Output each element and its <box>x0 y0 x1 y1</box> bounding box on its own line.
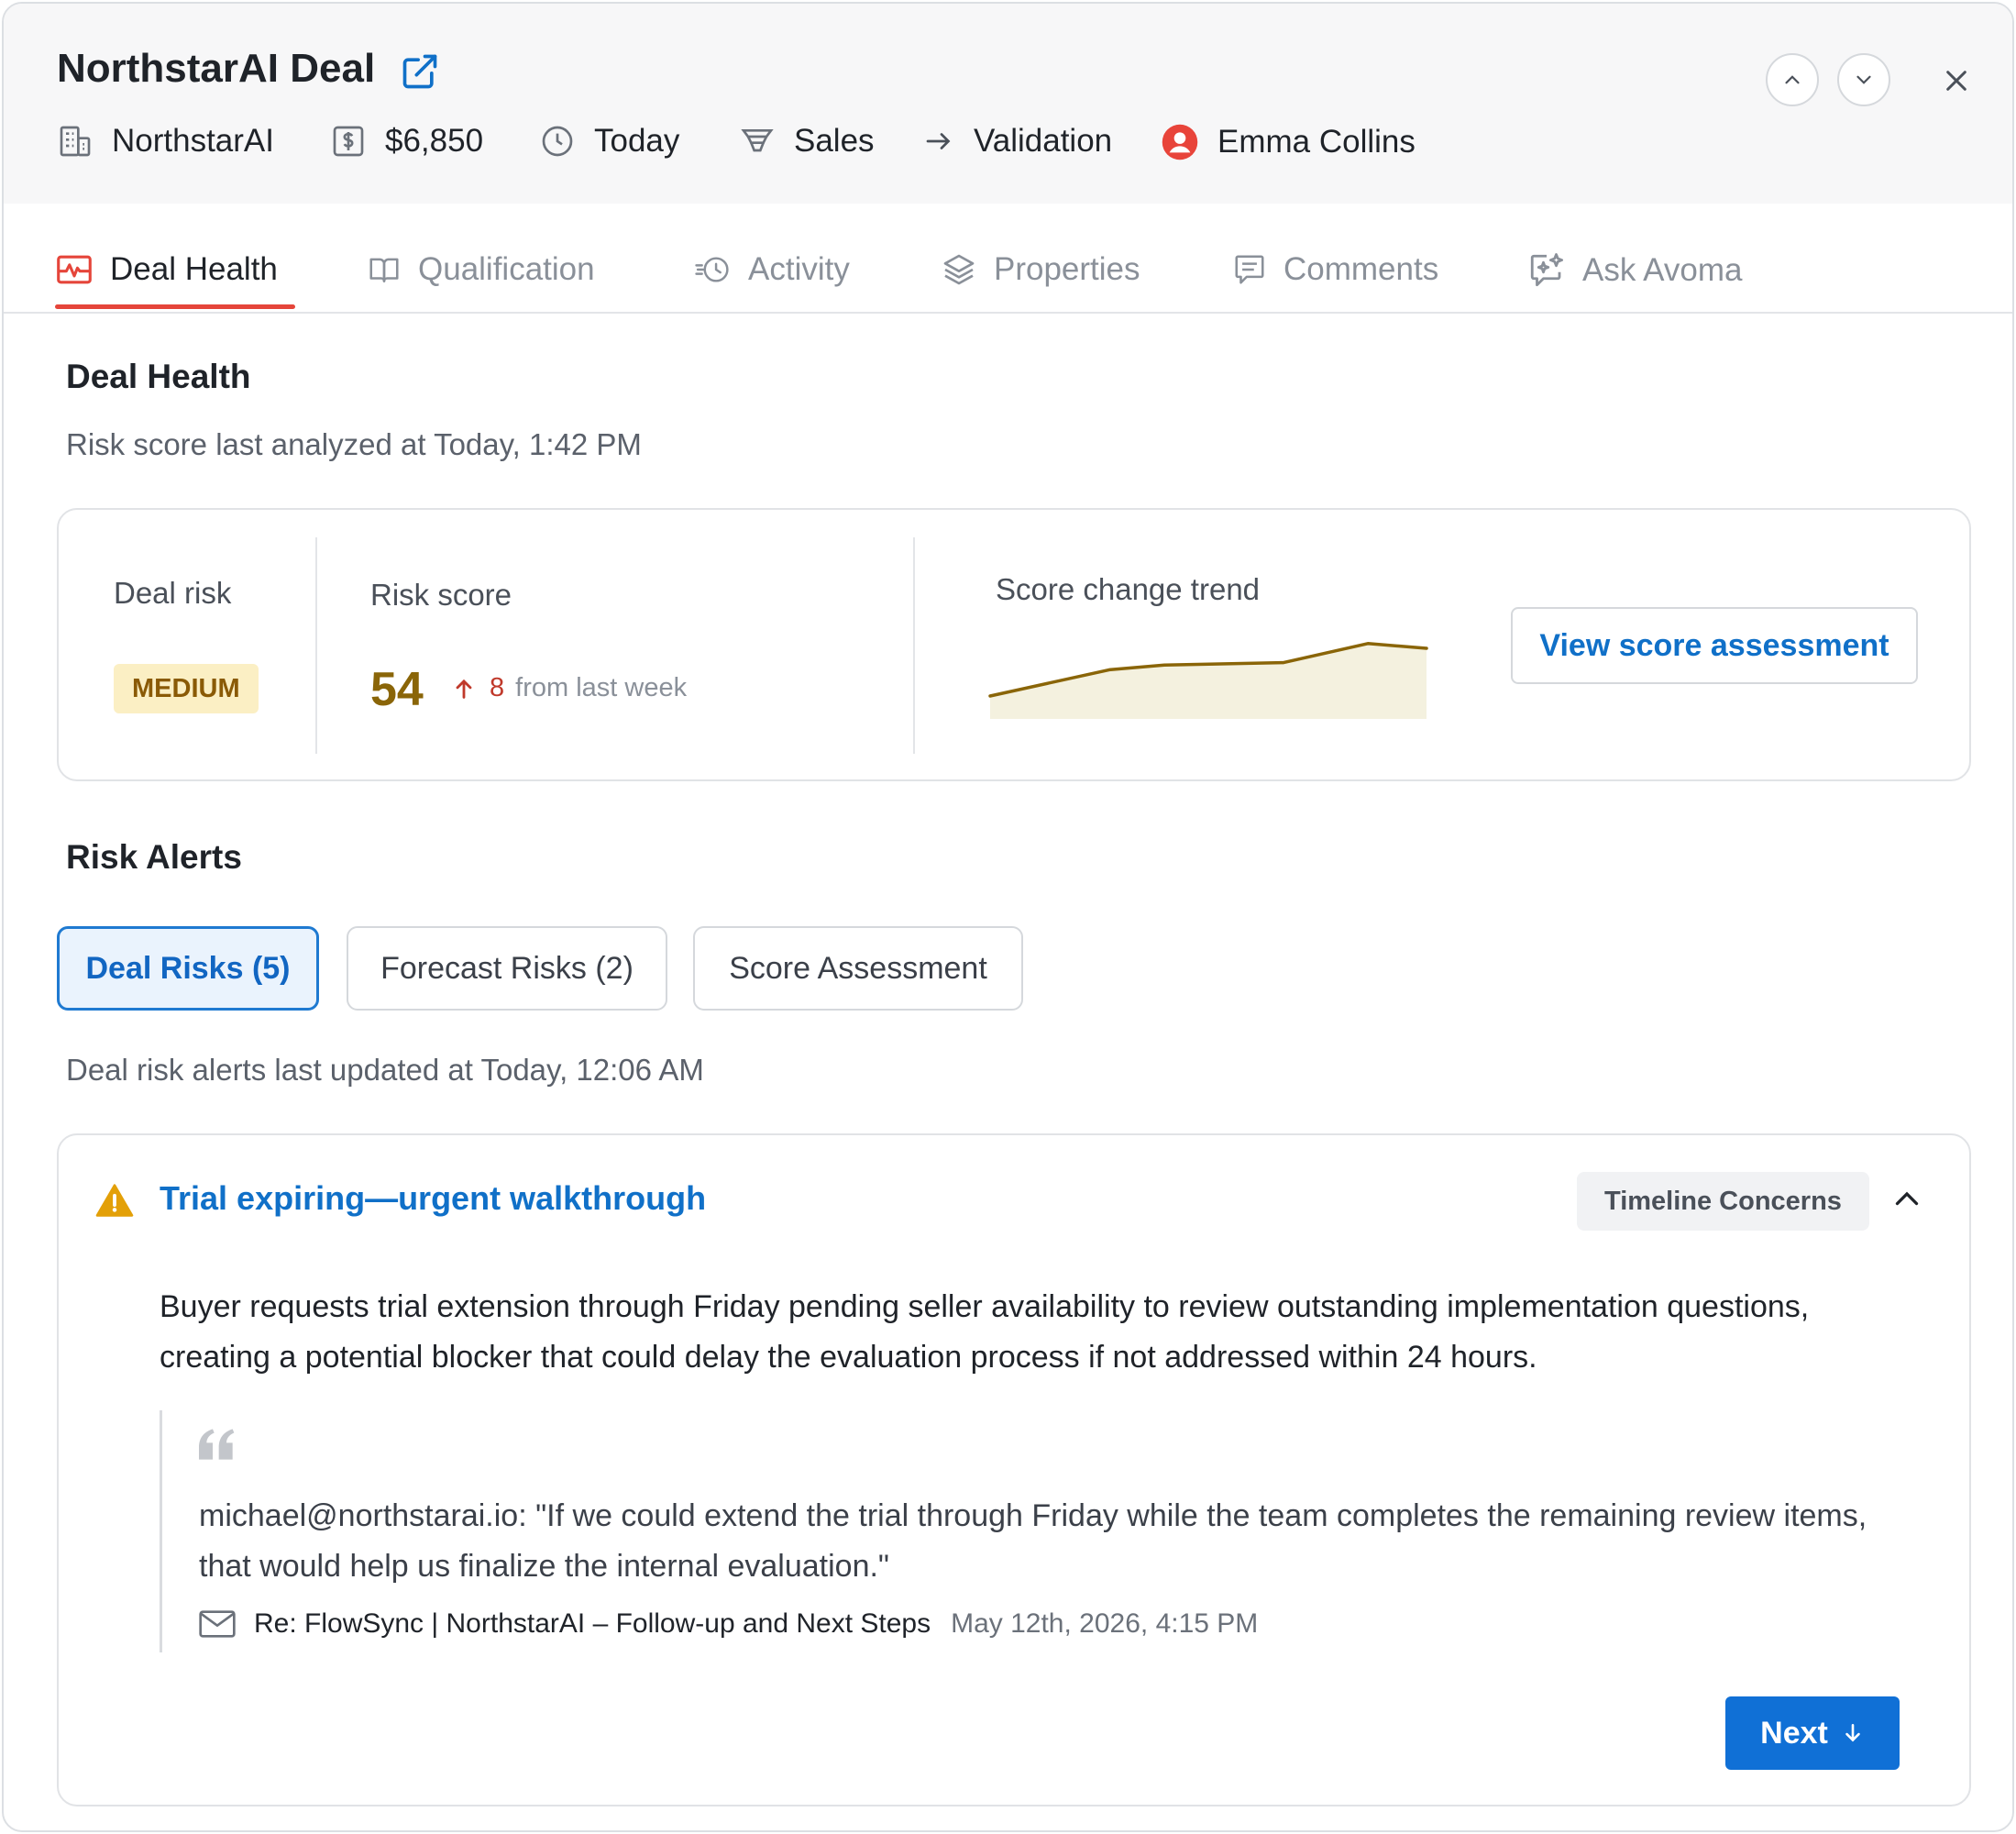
tab-deal-health[interactable]: Deal Health <box>55 251 278 288</box>
deal-amount: $6,850 <box>385 123 484 159</box>
book-icon <box>369 258 399 282</box>
score-delta: 8 from last week <box>451 673 687 703</box>
deal-risk-badge: MEDIUM <box>114 664 259 713</box>
chevron-up-icon <box>1785 75 1800 84</box>
analyzed-timestamp: Risk score last analyzed at Today, 1:42 … <box>66 427 642 461</box>
score-card: Deal risk MEDIUM Risk score 54 8 from la… <box>57 508 1971 781</box>
tab-ask-avoma[interactable]: Ask Avoma <box>1527 251 1742 290</box>
tab-activity[interactable]: Activity <box>695 251 850 288</box>
arrow-down-icon <box>1845 1724 1860 1742</box>
tab-qualification[interactable]: Qualification <box>367 251 595 288</box>
funnel-icon <box>741 129 774 152</box>
quote-icon <box>199 1429 236 1464</box>
chevron-down-icon <box>1856 75 1871 84</box>
meta-stage: Validation <box>922 123 1112 160</box>
tab-activity-label: Activity <box>748 251 850 287</box>
quote-text: michael@northstarai.io: "If we could ext… <box>199 1498 1867 1584</box>
meta-owner: Emma Collins <box>1161 123 1416 161</box>
tab-qualification-label: Qualification <box>418 251 595 287</box>
dollar-icon <box>333 126 364 157</box>
deal-risk-label: Deal risk <box>114 576 232 610</box>
layers-icon <box>943 254 975 285</box>
score-trend-sparkline <box>988 642 1428 719</box>
warning-icon <box>95 1183 134 1222</box>
evidence-quote: michael@northstarai.io: "If we could ext… <box>160 1410 1920 1652</box>
previous-deal-button[interactable] <box>1766 53 1819 106</box>
tab-comments[interactable]: Comments <box>1232 251 1438 288</box>
heart-pulse-icon <box>57 255 92 284</box>
sparkle-chat-icon <box>1530 253 1564 287</box>
deal-health-heading: Deal Health <box>66 358 251 395</box>
collapse-chevron-icon[interactable] <box>1890 1183 1923 1221</box>
stage-name: Validation <box>974 123 1113 159</box>
risk-score-label: Risk score <box>370 578 512 612</box>
meta-close-date: Today <box>539 123 679 160</box>
deal-title: NorthstarAI Deal <box>57 46 376 91</box>
active-tab-indicator <box>55 304 295 309</box>
close-date: Today <box>594 123 680 159</box>
alerts-updated-timestamp: Deal risk alerts last updated at Today, … <box>66 1053 704 1087</box>
company-name: NorthstarAI <box>112 123 274 159</box>
tab-ask-avoma-label: Ask Avoma <box>1582 252 1743 288</box>
deal-panel: NorthstarAI Deal NorthstarAI $6,850 Toda… <box>2 2 2014 1832</box>
tab-properties[interactable]: Properties <box>941 251 1140 288</box>
alert-category-tag: Timeline Concerns <box>1577 1172 1869 1231</box>
external-link-icon[interactable] <box>400 51 440 92</box>
pipeline-name: Sales <box>794 123 875 159</box>
delta-value: 8 <box>490 673 505 702</box>
email-date: May 12th, 2026, 4:15 PM <box>951 1608 1259 1639</box>
clock-icon <box>542 126 573 157</box>
user-avatar-icon <box>1162 124 1198 160</box>
risk-score-value: 54 <box>370 663 424 716</box>
filter-score-assessment[interactable]: Score Assessment <box>693 926 1023 1011</box>
email-icon <box>199 1610 236 1638</box>
next-button-label: Next <box>1760 1715 1828 1751</box>
view-score-assessment-button[interactable]: View score assessment <box>1511 607 1918 684</box>
close-icon <box>1946 71 1966 91</box>
trend-label: Score change trend <box>996 572 1261 606</box>
divider <box>913 537 915 754</box>
risk-alerts-heading: Risk Alerts <box>66 838 242 876</box>
tab-comments-label: Comments <box>1283 251 1439 287</box>
meta-pipeline: Sales <box>739 123 875 160</box>
tab-bar: Deal Health Qualification Activity Prope… <box>4 204 2012 314</box>
alert-description: Buyer requests trial extension through F… <box>160 1289 1810 1375</box>
tab-properties-label: Properties <box>994 251 1140 287</box>
delta-text: from last week <box>515 673 688 702</box>
risk-alert-card: Trial expiring—urgent walkthrough Timeli… <box>57 1133 1971 1806</box>
next-deal-button[interactable] <box>1837 53 1890 106</box>
history-icon <box>695 257 729 282</box>
divider <box>315 537 317 754</box>
comment-icon <box>1235 255 1264 284</box>
meta-amount: $6,850 <box>330 123 483 160</box>
filter-forecast-risks[interactable]: Forecast Risks (2) <box>347 926 667 1011</box>
tab-deal-health-label: Deal Health <box>110 251 278 287</box>
next-alert-button[interactable]: Next <box>1725 1696 1900 1770</box>
email-subject: Re: FlowSync | NorthstarAI – Follow-up a… <box>254 1608 931 1639</box>
deal-header: NorthstarAI Deal NorthstarAI $6,850 Toda… <box>4 4 2012 204</box>
alert-title[interactable]: Trial expiring—urgent walkthrough <box>160 1179 706 1218</box>
owner-name: Emma Collins <box>1217 124 1416 160</box>
meta-company: NorthstarAI <box>57 123 274 160</box>
quote-source[interactable]: Re: FlowSync | NorthstarAI – Follow-up a… <box>199 1608 1258 1640</box>
arrow-right-icon <box>926 133 951 149</box>
building-icon <box>60 126 91 157</box>
filter-deal-risks[interactable]: Deal Risks (5) <box>57 926 319 1011</box>
close-button[interactable] <box>1938 62 1975 99</box>
arrow-up-icon <box>456 679 472 699</box>
